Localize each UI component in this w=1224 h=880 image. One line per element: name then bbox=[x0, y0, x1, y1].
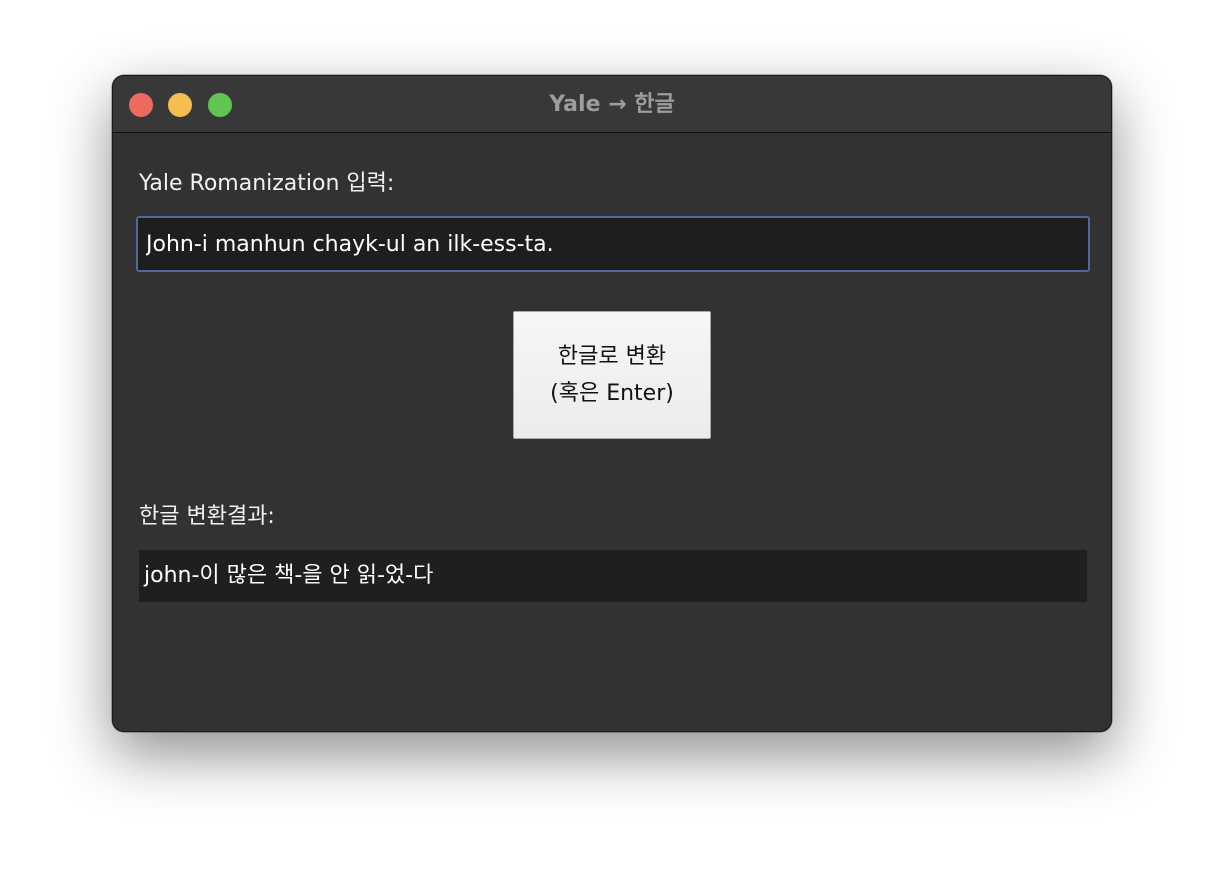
convert-button-label-line1: 한글로 변환 bbox=[557, 344, 667, 369]
yale-romanization-input[interactable] bbox=[136, 216, 1090, 272]
result-label: 한글 변환결과: bbox=[139, 504, 275, 529]
result-output: john-이 많은 책-을 안 읽-었-다 bbox=[139, 550, 1087, 602]
titlebar[interactable]: Yale → 한글 bbox=[113, 76, 1111, 133]
convert-button[interactable]: 한글로 변환 (혹은 Enter) bbox=[513, 311, 711, 439]
app-window: Yale → 한글 Yale Romanization 입력: 한글로 변환 (… bbox=[112, 75, 1112, 732]
input-label: Yale Romanization 입력: bbox=[139, 171, 395, 196]
convert-button-label-line2: (혹은 Enter) bbox=[550, 381, 674, 406]
window-title: Yale → 한글 bbox=[549, 92, 675, 117]
